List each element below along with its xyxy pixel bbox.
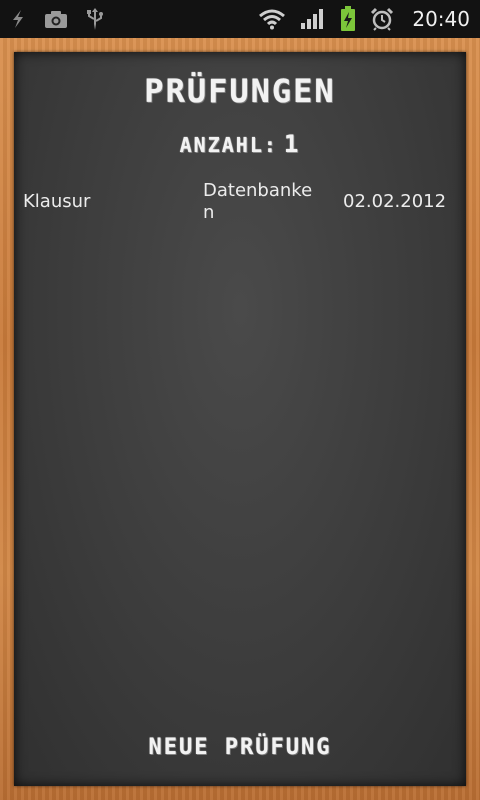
exam-list: Klausur Datenbanken 02.02.2012	[14, 180, 466, 240]
page-title: Prüfungen	[144, 72, 336, 110]
usb-icon	[86, 7, 104, 31]
status-bar-left	[10, 7, 104, 31]
exam-type: Klausur	[23, 191, 91, 212]
alarm-icon	[370, 7, 394, 31]
status-bar-right: 20:40	[258, 6, 470, 32]
status-clock: 20:40	[412, 7, 470, 31]
status-bar: 20:40	[0, 0, 480, 38]
flash-icon	[10, 9, 26, 29]
exam-count-label: Anzahl:	[179, 133, 278, 157]
wifi-icon	[258, 8, 286, 30]
signal-icon	[300, 8, 326, 30]
wood-frame: Prüfungen Anzahl: 1 Klausur Datenbanken 0…	[0, 38, 480, 800]
camera-icon	[44, 9, 68, 29]
exam-count: Anzahl: 1	[14, 130, 466, 158]
chalkboard: Prüfungen Anzahl: 1 Klausur Datenbanken 0…	[14, 52, 466, 786]
exam-date: 02.02.2012	[343, 191, 447, 212]
exam-subject: Datenbanken	[203, 180, 313, 223]
exam-count-value: 1	[283, 130, 301, 158]
list-item[interactable]: Klausur Datenbanken 02.02.2012	[14, 180, 466, 240]
new-exam-button[interactable]: Neue Prüfung	[14, 735, 466, 760]
battery-charging-icon	[340, 6, 356, 32]
